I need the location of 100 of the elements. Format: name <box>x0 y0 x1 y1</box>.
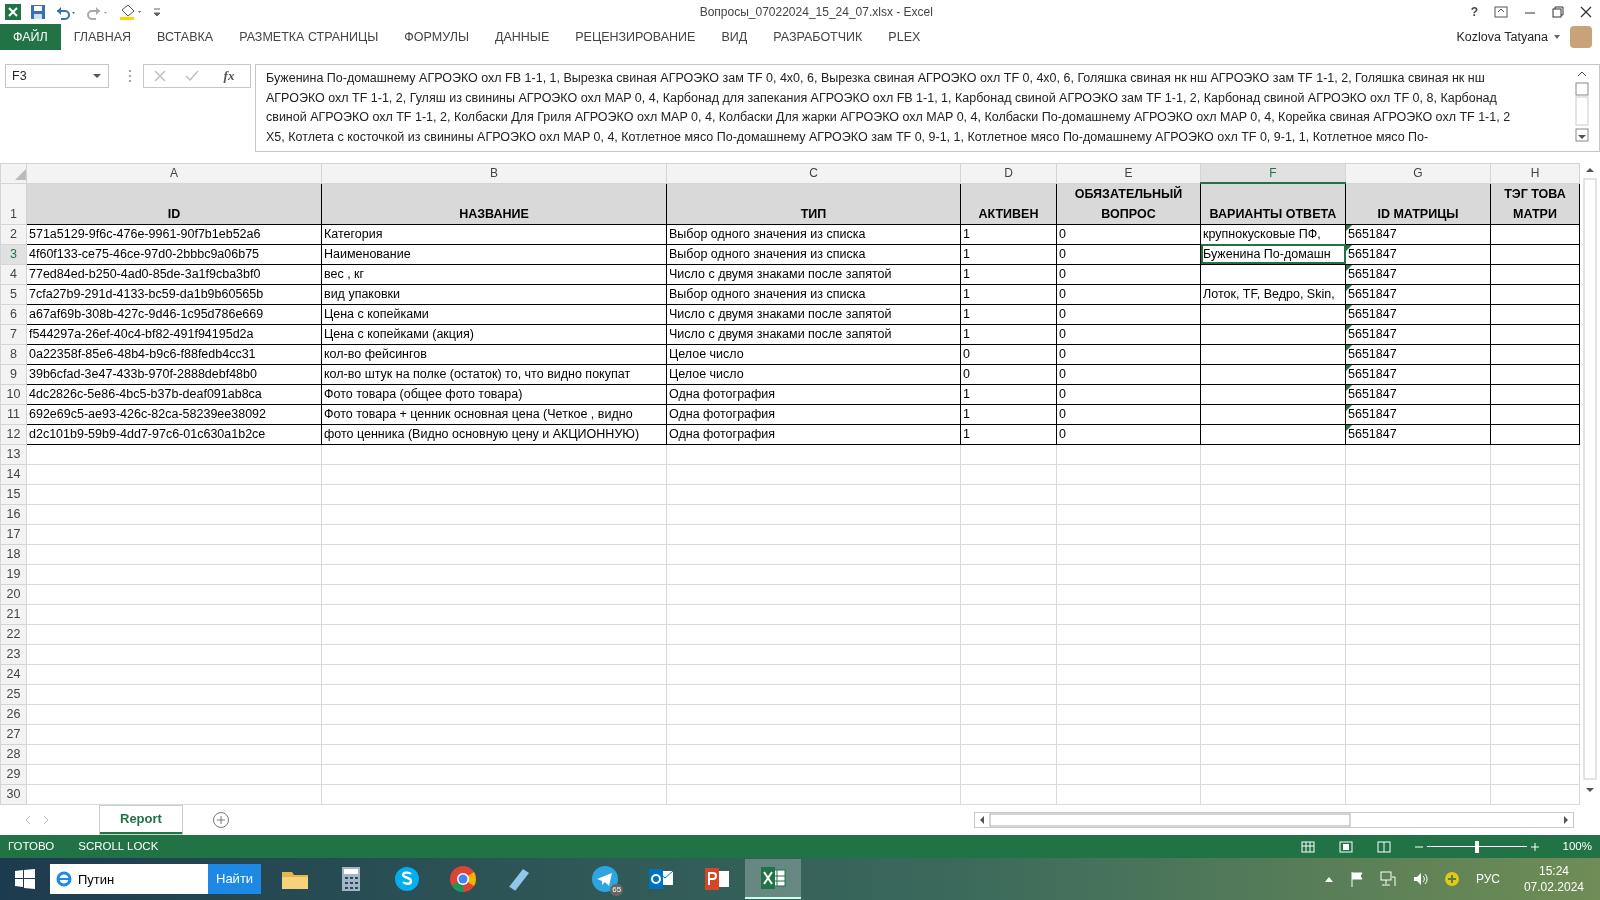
ribbon-tab[interactable]: ВИД <box>708 24 761 50</box>
file-tab[interactable]: ФАЙЛ <box>0 24 61 50</box>
formula-text-line: Буженина По-домашнему АГРОЭКО охл FB 1-1, 1, Вырезка свиная АГРОЭКО зам TF 0, 4x0, 6, Вырезка свиная АГРОЭКО охл TF 0, 4x0, 6, Голяшка свиная нк нш АГРОЭКО зам TF 1-1, 2, Голяшка свиная нк нш <box>266 70 1486 87</box>
column-header[interactable]: C <box>666 163 961 183</box>
table-cell: Одна фотография <box>666 404 961 425</box>
check-icon[interactable] <box>184 70 199 82</box>
column-header[interactable]: G <box>1345 163 1491 183</box>
table-cell: 5651847 <box>1345 384 1491 405</box>
table-cell: 571a5129-9f6c-476e-9961-90f7b1eb52a6 <box>26 224 322 245</box>
table-cell: Число с двумя знаками после запятой <box>666 324 961 345</box>
column-header[interactable]: H <box>1490 163 1580 183</box>
ribbon-tab[interactable]: РАЗМЕТКА СТРАНИЦЫ <box>226 24 392 50</box>
formula-field[interactable] <box>255 64 1600 152</box>
slider-thumb[interactable] <box>1474 840 1479 853</box>
user-name[interactable]: Kozlova Tatyana <box>1456 27 1548 47</box>
row-number[interactable]: 15 <box>0 484 27 505</box>
table-cell: Число с двумя знаками после запятой <box>666 304 961 325</box>
row-number[interactable]: 17 <box>0 524 27 545</box>
horizontal-scroll-bar-icon[interactable] <box>974 812 1574 828</box>
row-number[interactable]: 13 <box>0 444 27 465</box>
table-cell: 5651847 <box>1345 424 1491 445</box>
column-title: ID МАТРИЦЫ <box>1345 183 1491 225</box>
normal-view-icon[interactable] <box>1300 840 1315 853</box>
row-number[interactable]: 24 <box>0 664 27 685</box>
spreadsheet-logo-icon <box>4 3 22 21</box>
ribbon-tab[interactable]: ДАННЫЕ <box>481 24 563 50</box>
row-number[interactable]: 28 <box>0 744 27 765</box>
row-number[interactable]: 27 <box>0 724 27 745</box>
table-cell: 77ed84ed-b250-4ad0-85de-3a1f9cba3bf0 <box>26 264 322 285</box>
row-number[interactable]: 9 <box>0 364 27 385</box>
ribbon-tab[interactable]: ВСТАВКА <box>144 24 227 50</box>
browser-e-icon <box>55 870 73 888</box>
row-number[interactable]: 25 <box>0 684 27 705</box>
table-cell: 5651847 <box>1345 304 1491 325</box>
up-caret-icon[interactable] <box>1323 875 1334 883</box>
row-number[interactable]: 4 <box>0 264 27 285</box>
customize-menu-icon[interactable] <box>152 5 162 19</box>
row-number[interactable]: 14 <box>0 464 27 485</box>
save-icon[interactable] <box>30 4 46 20</box>
restore-icon[interactable] <box>1552 6 1564 18</box>
clock[interactable]: 15:24 07.02.2024 <box>1523 863 1584 895</box>
row-number[interactable]: 22 <box>0 624 27 645</box>
zoom-slider[interactable] <box>1426 840 1527 853</box>
zoom-in-icon[interactable] <box>1530 842 1539 851</box>
search-button[interactable]: Найти <box>208 864 262 894</box>
zoom-level[interactable]: 100% <box>1562 837 1592 856</box>
table-cell: 1 <box>960 304 1057 325</box>
column-header[interactable]: E <box>1056 163 1201 183</box>
help-button[interactable]: ? <box>1470 3 1478 21</box>
name-box[interactable]: F3 <box>5 64 109 88</box>
row-number[interactable]: 1 <box>0 183 27 225</box>
page-layout-icon[interactable] <box>1338 840 1353 853</box>
row-number[interactable]: 10 <box>0 384 27 405</box>
close-icon[interactable] <box>1580 6 1592 18</box>
table-cell: кол-во фейсингов <box>321 344 667 365</box>
row-number[interactable]: 23 <box>0 644 27 665</box>
row-number[interactable]: 2 <box>0 224 27 245</box>
row-number[interactable]: 30 <box>0 784 27 805</box>
row-number[interactable]: 18 <box>0 544 27 565</box>
table-cell: 0 <box>1056 344 1201 365</box>
ribbon-tab[interactable]: ФОРМУЛЫ <box>391 24 482 50</box>
status-circle-icon[interactable] <box>1443 871 1460 887</box>
row-number[interactable]: 7 <box>0 324 27 345</box>
speaker-icon[interactable] <box>1411 871 1428 887</box>
ribbon-display-icon[interactable] <box>1494 6 1508 18</box>
search-field[interactable]: Путин <box>50 864 208 894</box>
row-number[interactable]: 11 <box>0 404 27 425</box>
table-cell: 0 <box>960 364 1057 385</box>
row-number[interactable]: 6 <box>0 304 27 325</box>
row-number[interactable]: 16 <box>0 504 27 525</box>
table-cell: 0 <box>1056 304 1201 325</box>
row-number[interactable]: 20 <box>0 584 27 605</box>
dropdown-icon[interactable] <box>92 71 102 81</box>
row-number[interactable]: 26 <box>0 704 27 725</box>
row-number[interactable]: 3 <box>0 244 27 265</box>
ribbon-tab[interactable]: РАЗРАБОТЧИК <box>760 24 876 50</box>
column-header[interactable]: F <box>1200 163 1346 183</box>
network-icon[interactable] <box>1379 871 1396 887</box>
column-header[interactable]: A <box>26 163 322 183</box>
row-number[interactable]: 19 <box>0 564 27 585</box>
row-number[interactable]: 21 <box>0 604 27 625</box>
sheet-tab[interactable]: Report <box>100 806 182 834</box>
table-cell: 0 <box>1056 244 1201 265</box>
column-header[interactable]: B <box>321 163 667 183</box>
cell-reference: F3 <box>12 67 27 85</box>
column-title: ОБЯЗАТЕЛЬНЫЙ ВОПРОС <box>1056 183 1201 225</box>
language-indicator[interactable]: РУС <box>1475 870 1500 888</box>
row-number[interactable]: 8 <box>0 344 27 365</box>
column-header[interactable]: D <box>960 163 1057 183</box>
page-break-icon[interactable] <box>1376 840 1391 853</box>
windows-start-icon[interactable] <box>14 868 36 890</box>
row-number[interactable]: 12 <box>0 424 27 445</box>
flag-icon[interactable] <box>1349 871 1364 887</box>
add-sheet-icon[interactable] <box>211 811 230 829</box>
row-number[interactable]: 29 <box>0 764 27 785</box>
ribbon-tab[interactable]: РЕЦЕНЗИРОВАНИЕ <box>562 24 709 50</box>
paint-bucket-icon[interactable] <box>118 3 144 21</box>
row-number[interactable]: 5 <box>0 284 27 305</box>
ribbon-tab[interactable]: PLEX <box>875 24 934 50</box>
ribbon-tab[interactable]: ГЛАВНАЯ <box>60 24 145 50</box>
